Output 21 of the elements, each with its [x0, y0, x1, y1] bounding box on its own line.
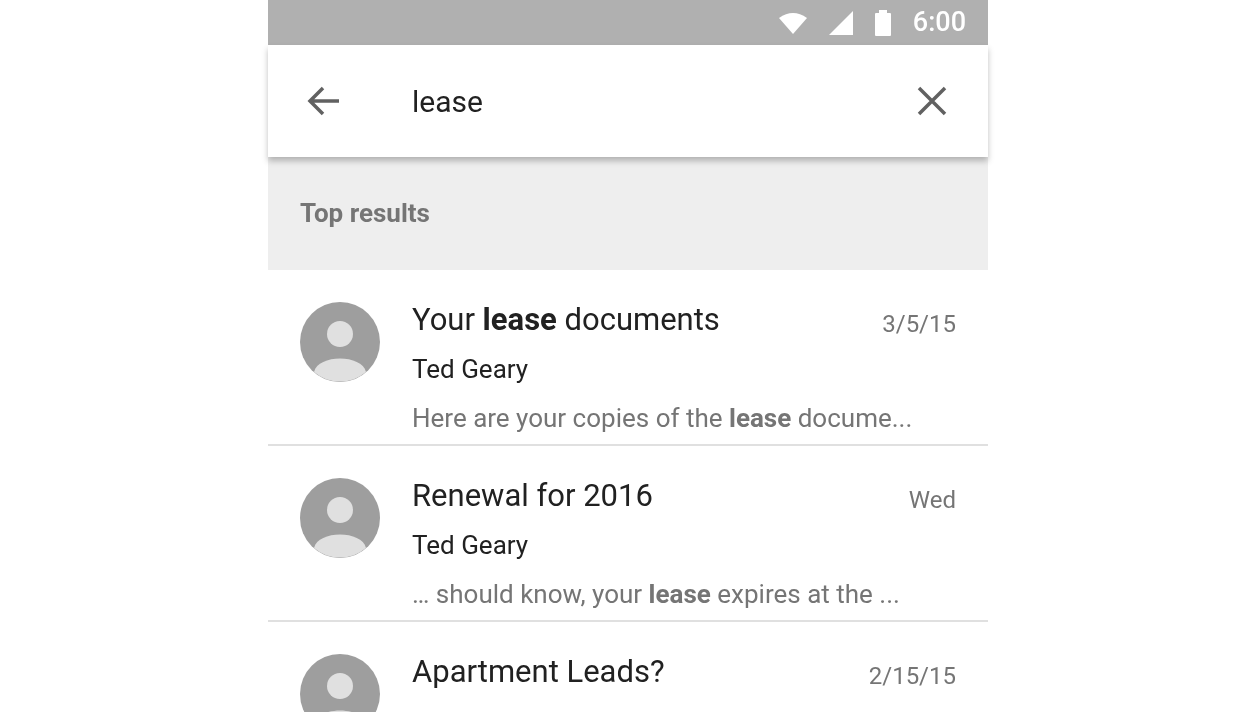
result-row[interactable]: Renewal for 2016 Wed Ted Geary … should know, your lease expires at the ...	[268, 446, 988, 622]
wifi-icon	[778, 11, 807, 34]
close-icon	[917, 86, 947, 116]
battery-icon	[874, 9, 891, 36]
clock-time: 6:00	[912, 5, 966, 41]
email-subject: Renewal for 2016	[412, 478, 653, 514]
result-row[interactable]: Apartment Leads? 2/15/15	[268, 622, 988, 712]
signal-icon	[828, 10, 853, 35]
email-date: 2/15/15	[868, 661, 956, 692]
back-arrow-icon	[307, 86, 341, 116]
sender-name: Ted Geary	[412, 353, 529, 386]
email-snippet: Here are your copies of the lease docume...	[412, 402, 913, 435]
result-row[interactable]: Your lease documents 3/5/15 Ted Geary Here are your copies of the lease docume...	[268, 270, 988, 446]
email-date: 3/5/15	[882, 309, 956, 340]
email-subject: Apartment Leads?	[412, 654, 665, 690]
email-subject: Your lease documents	[412, 302, 720, 338]
search-field[interactable]: lease	[412, 78, 912, 124]
email-date: Wed	[908, 485, 956, 516]
email-snippet: … should know, your lease expires at the ...	[412, 578, 900, 611]
section-title: Top results	[300, 197, 430, 230]
sender-name: Ted Geary	[412, 529, 529, 562]
